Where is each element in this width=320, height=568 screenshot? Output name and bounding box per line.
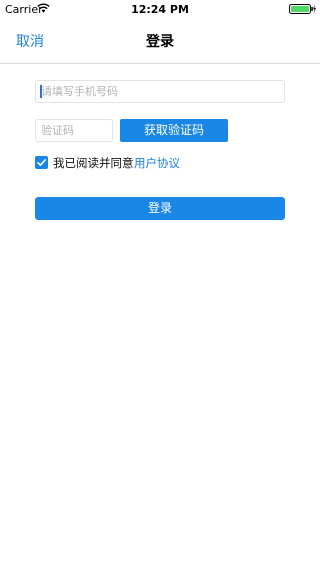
phone-input[interactable]: [35, 80, 285, 103]
verification-code-input[interactable]: [35, 119, 113, 142]
status-time: 12:24 PM: [131, 3, 189, 16]
user-agreement-link[interactable]: 用户协议: [134, 155, 180, 171]
page-title: 登录: [146, 34, 174, 50]
agree-checkbox[interactable]: [35, 156, 48, 169]
bolt-icon: [313, 4, 316, 14]
nav-bar: 取消 登录: [0, 20, 320, 64]
agree-text: 我已阅读并同意: [53, 156, 134, 170]
battery-icon: [289, 4, 316, 14]
text-cursor: [40, 85, 42, 98]
status-bar: Carrier 12:24 PM: [0, 0, 320, 20]
login-button[interactable]: 登录: [35, 197, 285, 220]
get-code-button[interactable]: 获取验证码: [120, 119, 228, 142]
checkmark-icon: [37, 159, 46, 166]
